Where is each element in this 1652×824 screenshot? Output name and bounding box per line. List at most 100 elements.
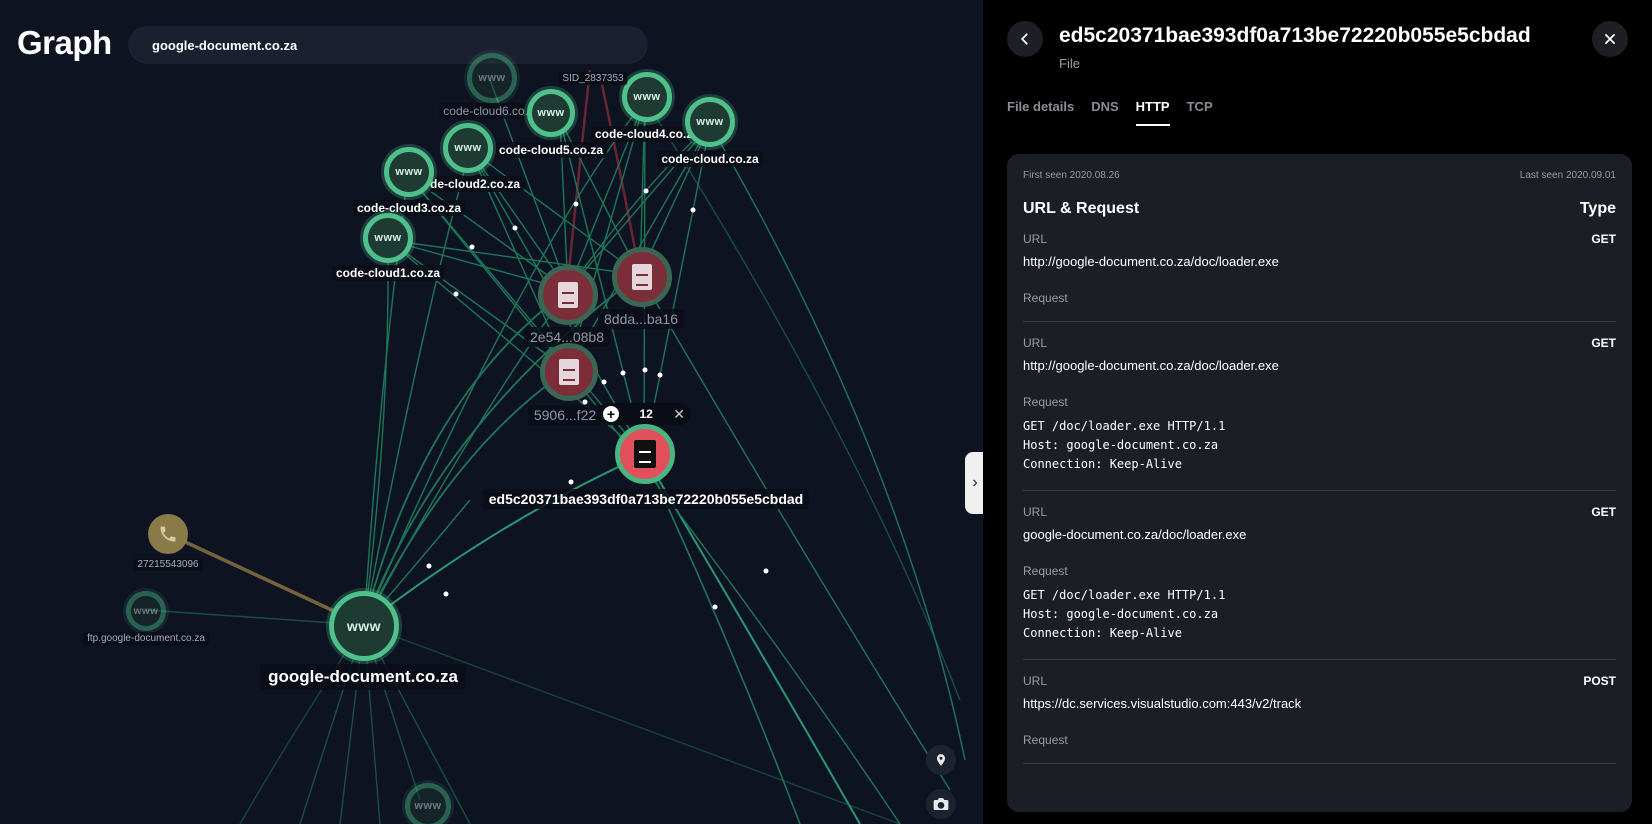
http-card: First seen 2020.08.26 Last seen 2020.09.… bbox=[1007, 154, 1632, 812]
domain-node-code-cloud6[interactable]: www bbox=[467, 53, 517, 103]
expand-plus-icon[interactable]: + bbox=[603, 406, 619, 422]
details-panel: ed5c20371bae393df0a713be72220b055e5cbdad… bbox=[983, 0, 1652, 824]
type-header: Type bbox=[1579, 200, 1616, 217]
chevron-right-icon: › bbox=[972, 474, 978, 491]
request-url[interactable]: google-document.co.za/doc/loader.exe bbox=[1023, 527, 1616, 542]
node-label-8dda: 8dda...ba16 bbox=[598, 309, 684, 329]
search-input[interactable] bbox=[152, 37, 624, 53]
request-row-header: URL GET bbox=[1023, 232, 1616, 246]
request-label: Request bbox=[1023, 395, 1068, 409]
tab-tcp[interactable]: TCP bbox=[1187, 99, 1213, 126]
www-icon: www bbox=[532, 94, 570, 132]
request-list: URL GET http://google-document.co.za/doc/l… bbox=[1023, 218, 1616, 764]
http-method: POST bbox=[1583, 674, 1616, 688]
node-label-code-cloud: code-cloud.co.za bbox=[657, 151, 763, 167]
request-item: URL GET http://google-document.co.za/doc/l… bbox=[1023, 322, 1616, 491]
phone-node[interactable] bbox=[148, 514, 188, 554]
http-method: GET bbox=[1591, 232, 1616, 246]
www-icon: www bbox=[389, 152, 429, 192]
collapse-panel-handle[interactable]: › bbox=[965, 452, 983, 514]
www-icon: www bbox=[334, 596, 394, 656]
panel-title: ed5c20371bae393df0a713be72220b055e5cbdad bbox=[1059, 24, 1531, 47]
request-row-header: URL GET bbox=[1023, 336, 1616, 350]
domain-node-bottom[interactable]: www bbox=[405, 783, 451, 824]
tab-http[interactable]: HTTP bbox=[1135, 99, 1170, 126]
last-seen: Last seen 2020.09.01 bbox=[1519, 170, 1616, 181]
panel-tabs: File details DNS HTTP TCP bbox=[1007, 99, 1213, 126]
node-label-selected-file: ed5c20371bae393df0a713be72220b055e5cbdad bbox=[482, 489, 810, 509]
www-icon: www bbox=[410, 788, 446, 824]
section-title: URL & Request bbox=[1023, 200, 1140, 217]
domain-node-main[interactable]: www bbox=[329, 591, 399, 661]
domain-node-code-cloud5[interactable]: www bbox=[527, 89, 575, 137]
node-label-code-cloud1: code-cloud1.co.za bbox=[331, 265, 445, 281]
document-icon bbox=[559, 359, 579, 385]
seen-dates: First seen 2020.08.26 Last seen 2020.09.… bbox=[1023, 170, 1616, 181]
app-title: Graph bbox=[17, 24, 112, 61]
cluster-count-chip[interactable]: + 12 ✕ bbox=[597, 403, 691, 425]
request-body: GET /doc/loader.exe HTTP/1.1 Host: googl… bbox=[1023, 419, 1226, 471]
document-icon bbox=[632, 264, 652, 290]
request-row-header: URL GET bbox=[1023, 505, 1616, 519]
www-icon: www bbox=[131, 596, 161, 626]
search-bar[interactable] bbox=[128, 26, 648, 64]
request-url[interactable]: http://google-document.co.za/doc/loader.… bbox=[1023, 358, 1616, 373]
file-node-5906[interactable] bbox=[540, 343, 598, 401]
panel-subtitle: File bbox=[1059, 56, 1080, 71]
node-label-ftp: ftp.google-document.co.za bbox=[83, 632, 209, 645]
node-label-5906: 5906...f22 bbox=[527, 405, 603, 425]
url-label: URL bbox=[1023, 336, 1048, 350]
file-node-8dda[interactable] bbox=[612, 247, 672, 307]
domain-node-code-cloud[interactable]: www bbox=[685, 97, 735, 147]
request-row-header: URL POST bbox=[1023, 674, 1616, 688]
graph-edges bbox=[145, 69, 966, 824]
request-url[interactable]: https://dc.services.visualstudio.com:443… bbox=[1023, 696, 1616, 711]
http-method: GET bbox=[1591, 505, 1616, 519]
document-icon bbox=[558, 282, 578, 308]
domain-node-code-cloud3[interactable]: www bbox=[384, 147, 434, 197]
node-label-code-cloud2: de-cloud2.co.za bbox=[425, 176, 525, 192]
request-item: URL POST https://dc.services.visualstudio.… bbox=[1023, 660, 1616, 764]
first-seen: First seen 2020.08.26 bbox=[1023, 170, 1120, 181]
request-label: Request bbox=[1023, 291, 1068, 305]
url-label: URL bbox=[1023, 674, 1048, 688]
domain-node-code-cloud2[interactable]: www bbox=[443, 123, 493, 173]
graph-canvas[interactable]: Graph www code-cloud6.co.za www code-clo… bbox=[0, 0, 983, 824]
request-item: URL GET google-document.co.za/doc/loader.e… bbox=[1023, 491, 1616, 660]
selected-file-node[interactable] bbox=[615, 424, 675, 484]
close-icon[interactable]: ✕ bbox=[673, 406, 685, 423]
domain-node-code-cloud1[interactable]: www bbox=[363, 213, 413, 263]
www-icon: www bbox=[472, 58, 512, 98]
www-icon: www bbox=[690, 102, 730, 142]
node-label-code-cloud3: code-cloud3.co.za bbox=[352, 200, 466, 216]
location-pin-icon bbox=[936, 754, 946, 766]
section-header: URL & Request Type bbox=[1023, 200, 1616, 218]
tab-file-details[interactable]: File details bbox=[1007, 99, 1074, 126]
document-icon bbox=[634, 440, 656, 468]
www-icon: www bbox=[627, 77, 667, 117]
node-label-code-cloud5: code-cloud5.co.za bbox=[494, 142, 608, 158]
app-root: Graph www code-cloud6.co.za www code-clo… bbox=[0, 0, 1652, 824]
node-label-sid: SID_2837353 bbox=[558, 72, 628, 85]
chevron-left-icon bbox=[1021, 33, 1028, 45]
screenshot-button[interactable] bbox=[926, 789, 956, 819]
request-label: Request bbox=[1023, 733, 1068, 747]
node-label-main-domain: google-document.co.za bbox=[260, 664, 466, 690]
file-node-2e54[interactable] bbox=[538, 265, 598, 325]
phone-icon bbox=[160, 526, 176, 542]
http-method: GET bbox=[1591, 336, 1616, 350]
request-url[interactable]: http://google-document.co.za/doc/loader.… bbox=[1023, 254, 1616, 269]
request-item: URL GET http://google-document.co.za/doc/l… bbox=[1023, 218, 1616, 322]
close-panel-button[interactable] bbox=[1592, 21, 1628, 57]
url-label: URL bbox=[1023, 505, 1048, 519]
www-icon: www bbox=[448, 128, 488, 168]
location-pin-button[interactable] bbox=[926, 745, 956, 775]
request-label: Request bbox=[1023, 564, 1068, 578]
back-button[interactable] bbox=[1007, 21, 1043, 57]
tab-dns[interactable]: DNS bbox=[1091, 99, 1118, 126]
request-body: GET /doc/loader.exe HTTP/1.1 Host: googl… bbox=[1023, 588, 1226, 640]
node-label-phone: 27215543096 bbox=[133, 558, 203, 571]
domain-node-ftp[interactable]: www bbox=[126, 591, 166, 631]
domain-node-code-cloud4[interactable]: www bbox=[622, 72, 672, 122]
cluster-count: 12 bbox=[639, 407, 653, 421]
